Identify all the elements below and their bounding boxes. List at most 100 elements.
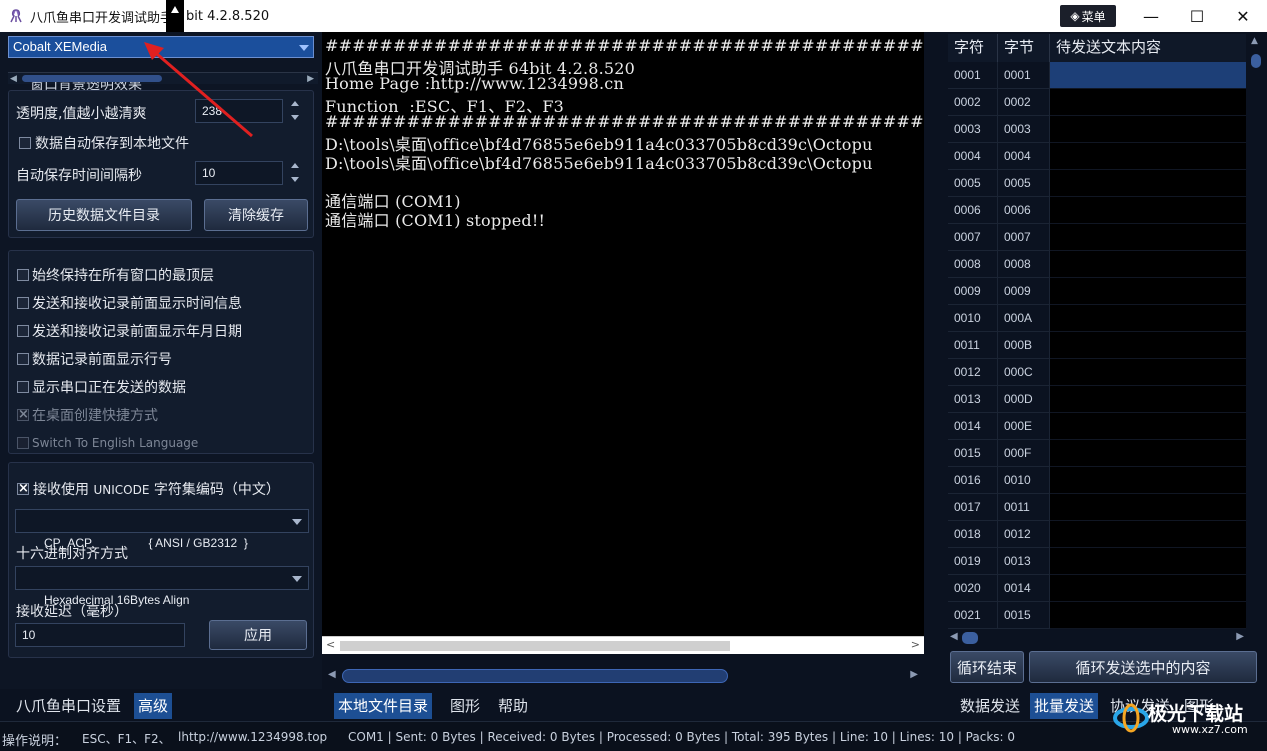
option-checkbox[interactable] <box>17 353 29 365</box>
close-button[interactable]: ✕ <box>1220 0 1266 32</box>
scroll-left-icon[interactable]: ◀ <box>950 631 958 642</box>
terminal-horizontal-scrollbar[interactable]: < > <box>322 636 924 654</box>
status-keys: ESC、F1、F2、 <box>82 732 171 746</box>
scroll-thumb[interactable] <box>1251 54 1261 68</box>
tab-advanced[interactable]: 高级 <box>134 693 173 719</box>
scroll-thumb[interactable] <box>342 669 728 683</box>
table-row[interactable]: 0006 0006 <box>948 197 1246 224</box>
cell-send-content[interactable] <box>1050 467 1246 494</box>
cell-send-content[interactable] <box>1050 521 1246 548</box>
table-row[interactable]: 0011 000B <box>948 332 1246 359</box>
table-row[interactable]: 0009 0009 <box>948 278 1246 305</box>
autosave-checkbox[interactable] <box>19 137 31 149</box>
minimize-button[interactable]: — <box>1128 0 1174 32</box>
tab-serial-settings[interactable]: 八爪鱼串口设置 <box>12 693 125 719</box>
option-checkbox[interactable] <box>17 297 29 309</box>
table-row[interactable]: 0003 0003 <box>948 116 1246 143</box>
cell-send-content[interactable] <box>1050 413 1246 440</box>
cell-send-content[interactable] <box>1050 602 1246 629</box>
unicode-checkbox[interactable] <box>17 479 29 499</box>
grid-vertical-scrollbar[interactable]: ▲ <box>1248 34 1264 638</box>
tab-graphics[interactable]: 图形 <box>446 693 484 719</box>
maximize-button[interactable]: ☐ <box>1174 0 1220 32</box>
table-row[interactable]: 0004 0004 <box>948 143 1246 170</box>
table-row[interactable]: 0012 000C <box>948 359 1246 386</box>
option-checkbox[interactable] <box>17 381 29 393</box>
autosave-interval-input[interactable]: 10 <box>195 161 283 185</box>
table-row[interactable]: 0021 0015 <box>948 602 1246 629</box>
cell-byte-index: 000B <box>998 332 1050 359</box>
table-row[interactable]: 0001 0001 <box>948 62 1246 89</box>
table-row[interactable]: 0002 0002 <box>948 89 1246 116</box>
scroll-right-icon[interactable]: ▶ <box>307 74 314 84</box>
table-row[interactable]: 0015 000F <box>948 440 1246 467</box>
cell-send-content[interactable] <box>1050 278 1246 305</box>
receive-delay-input[interactable]: 10 <box>15 623 185 647</box>
cell-send-content[interactable] <box>1050 251 1246 278</box>
history-folder-button[interactable]: 历史数据文件目录 <box>16 199 192 231</box>
cell-char-index: 0020 <box>948 575 998 602</box>
cell-send-content[interactable] <box>1050 305 1246 332</box>
cell-send-content[interactable] <box>1050 143 1246 170</box>
cell-send-content[interactable] <box>1050 386 1246 413</box>
cell-send-content[interactable] <box>1050 359 1246 386</box>
scroll-left-icon[interactable]: ◀ <box>10 74 17 84</box>
tab-help[interactable]: 帮助 <box>494 693 532 719</box>
scroll-thumb[interactable] <box>962 632 978 644</box>
cell-send-content[interactable] <box>1050 224 1246 251</box>
cell-send-content[interactable] <box>1050 494 1246 521</box>
cell-send-content[interactable] <box>1050 440 1246 467</box>
cell-send-content[interactable] <box>1050 62 1246 89</box>
cell-send-content[interactable] <box>1050 170 1246 197</box>
table-row[interactable]: 0010 000A <box>948 305 1246 332</box>
clear-cache-button[interactable]: 清除缓存 <box>204 199 308 231</box>
hex-align-select[interactable]: Hexadecimal 16Bytes Align <box>15 566 309 607</box>
option-checkbox[interactable] <box>17 325 29 337</box>
cell-send-content[interactable] <box>1050 197 1246 224</box>
codepage-select[interactable]: CP_ACP { ANSI / GB2312 } <box>15 509 309 550</box>
cell-char-index: 0011 <box>948 332 998 359</box>
table-row[interactable]: 0007 0007 <box>948 224 1246 251</box>
grid-horizontal-scrollbar[interactable]: ◀ ▶ <box>948 630 1246 646</box>
tab-data-send[interactable]: 数据发送 <box>956 693 1024 719</box>
loop-end-button[interactable]: 循环结束 <box>950 651 1024 683</box>
cell-send-content[interactable] <box>1050 89 1246 116</box>
loop-send-selected-button[interactable]: 循环发送选中的内容 <box>1029 651 1257 683</box>
scroll-thumb[interactable] <box>340 641 730 651</box>
table-row[interactable]: 0016 0010 <box>948 467 1246 494</box>
terminal-output[interactable]: ########################################… <box>322 32 924 636</box>
table-row[interactable]: 0020 0014 <box>948 575 1246 602</box>
cell-send-content[interactable] <box>1050 116 1246 143</box>
table-row[interactable]: 0008 0008 <box>948 251 1246 278</box>
status-url[interactable]: lhttp://www.1234998.top <box>178 730 327 744</box>
watermark-swirl-icon <box>1113 703 1149 733</box>
menu-button[interactable]: ◈ 菜单 <box>1060 5 1116 27</box>
scroll-right-icon[interactable]: ▶ <box>910 669 918 680</box>
table-row[interactable]: 0019 0013 <box>948 548 1246 575</box>
table-row[interactable]: 0014 000E <box>948 413 1246 440</box>
scroll-left-icon[interactable]: < <box>326 638 335 651</box>
apply-button[interactable]: 应用 <box>209 620 307 650</box>
scroll-up-icon[interactable]: ▲ <box>1251 36 1258 46</box>
transparency-stepper[interactable] <box>289 99 303 123</box>
chevron-down-icon <box>299 45 309 51</box>
table-row[interactable]: 0017 0011 <box>948 494 1246 521</box>
cell-char-index: 0015 <box>948 440 998 467</box>
cell-send-content[interactable] <box>1050 548 1246 575</box>
tab-local-files[interactable]: 本地文件目录 <box>334 693 433 719</box>
option-checkbox[interactable] <box>17 269 29 281</box>
cell-send-content[interactable] <box>1050 575 1246 602</box>
cell-byte-index: 0001 <box>998 62 1050 89</box>
cell-byte-index: 0006 <box>998 197 1050 224</box>
scroll-right-icon[interactable]: > <box>911 638 920 651</box>
table-row[interactable]: 0005 0005 <box>948 170 1246 197</box>
scroll-right-icon[interactable]: ▶ <box>1236 631 1244 642</box>
scroll-left-icon[interactable]: ◀ <box>328 669 336 680</box>
page-horizontal-scrollbar[interactable]: ◀ ▶ <box>322 666 924 686</box>
terminal-line: D:\tools\桌面\office\bf4d76855e6eb911a4c03… <box>325 154 873 173</box>
table-row[interactable]: 0018 0012 <box>948 521 1246 548</box>
autosave-interval-stepper[interactable] <box>289 161 303 185</box>
tab-batch-send[interactable]: 批量发送 <box>1030 693 1099 719</box>
cell-send-content[interactable] <box>1050 332 1246 359</box>
table-row[interactable]: 0013 000D <box>948 386 1246 413</box>
